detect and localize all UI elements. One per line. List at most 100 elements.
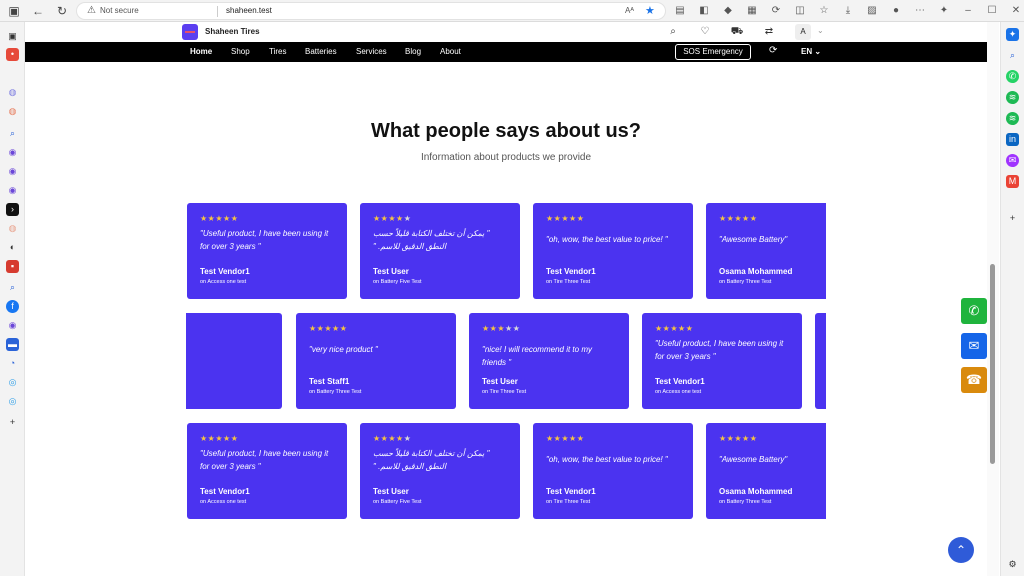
whatsapp-button[interactable]: ✆ bbox=[961, 298, 987, 324]
gmail-icon[interactable]: M bbox=[1006, 175, 1019, 188]
testimonial-card[interactable]: ★★★★★ "Useful product, I have been using … bbox=[187, 423, 347, 519]
testimonial-card[interactable]: ★★★★★" يمكن أن تختلف الكتابة قليلاً حسب … bbox=[815, 313, 826, 409]
tab-icon[interactable]: ◉ bbox=[6, 165, 19, 178]
rating-stars bbox=[186, 324, 269, 334]
phone-button[interactable]: ☎ bbox=[961, 367, 987, 393]
nav-services[interactable]: Services bbox=[356, 47, 387, 56]
tab-icon[interactable]: • bbox=[6, 48, 19, 61]
nav-tires[interactable]: Tires bbox=[269, 47, 286, 56]
sos-emergency-button[interactable]: SOS Emergency bbox=[675, 44, 751, 60]
spotify-icon[interactable]: ≋ bbox=[1006, 112, 1019, 125]
testimonials-carousel[interactable]: ★★★★★ "Useful product, I have been using … bbox=[186, 203, 826, 523]
testimonial-card[interactable]: ★★★★★" يمكن أن تختلف الكتابة قليلاً حسب … bbox=[360, 203, 520, 299]
testimonial-card[interactable]: ★★★★★ "Awesome Battery" Osama Mohammed on B… bbox=[706, 423, 826, 519]
close-icon[interactable]: ✕ bbox=[1008, 3, 1024, 19]
profile-avatar[interactable]: ● bbox=[888, 3, 904, 19]
screenshot-icon[interactable]: ▨ bbox=[864, 3, 880, 19]
tab-icon[interactable]: ◍ bbox=[6, 86, 19, 99]
messenger-icon[interactable]: ✉ bbox=[1006, 154, 1019, 167]
tab-icon[interactable]: ◉ bbox=[6, 146, 19, 159]
testimonial-quote: "Useful product, I have been using it fo… bbox=[655, 339, 784, 361]
tab-icon[interactable]: ◔ bbox=[6, 357, 19, 370]
tab-icon[interactable]: ◉ bbox=[6, 184, 19, 197]
copilot-icon[interactable]: ✦ bbox=[1006, 28, 1019, 41]
tab-icon[interactable]: › bbox=[6, 203, 19, 216]
search-icon[interactable]: ⌕ bbox=[6, 281, 19, 294]
refresh-icon[interactable]: ⟳ bbox=[769, 45, 777, 56]
nav-batteries[interactable]: Batteries bbox=[305, 47, 337, 56]
testimonial-card[interactable]: ★★★★★ "Useful product, I have been using … bbox=[642, 313, 802, 409]
reload-icon[interactable]: ↻ bbox=[54, 3, 70, 19]
tab-actions-icon[interactable]: ▣ bbox=[6, 3, 22, 19]
nav-home[interactable]: Home bbox=[190, 47, 212, 56]
star-icon: ★ bbox=[742, 434, 750, 443]
page-scrollbar[interactable] bbox=[987, 22, 999, 576]
cart-icon[interactable]: ⛟ bbox=[729, 25, 745, 39]
star-icon: ★ bbox=[388, 434, 397, 443]
chevron-down-icon[interactable]: ⌄ bbox=[817, 26, 824, 35]
github-icon[interactable]: ◐ bbox=[6, 241, 19, 254]
reviewer-name: Test User bbox=[373, 267, 409, 276]
back-icon[interactable]: ← bbox=[30, 3, 46, 19]
tab-icon[interactable]: ◎ bbox=[6, 395, 19, 408]
tab-icon[interactable]: ▣ bbox=[6, 30, 19, 43]
reviewer-name: Test Vendor1 bbox=[546, 267, 596, 276]
security-label[interactable]: Not secure bbox=[100, 6, 139, 15]
reviewer-name: Test Staff1 bbox=[309, 377, 350, 386]
compare-icon[interactable]: ⇄ bbox=[761, 25, 777, 39]
testimonial-card[interactable]: ★★★★★ "Awesome Battery" Osama Mohammed on B… bbox=[706, 203, 826, 299]
spotify-icon[interactable]: ≋ bbox=[1006, 91, 1019, 104]
nav-about[interactable]: About bbox=[440, 47, 461, 56]
split-screen-icon[interactable]: ◫ bbox=[792, 3, 808, 19]
heart-icon[interactable]: ♡ bbox=[697, 25, 713, 39]
address-bar[interactable]: ⚠ Not secure shaheen.test Aᴬ ★ bbox=[76, 2, 666, 20]
nav-shop[interactable]: Shop bbox=[231, 47, 250, 56]
testimonial-card[interactable]: ★★★★★ "Useful product, I have been using … bbox=[187, 203, 347, 299]
testimonial-card[interactable]: ★★★★★ "very nice product " Test Staff1 on B… bbox=[296, 313, 456, 409]
search-icon[interactable]: ⌕ bbox=[1006, 49, 1019, 62]
language-selector[interactable]: EN ⌄ bbox=[801, 47, 821, 56]
extension-icon[interactable]: ◆ bbox=[720, 3, 736, 19]
favorites-icon[interactable]: ☆ bbox=[816, 3, 832, 19]
search-icon[interactable]: ⌕ bbox=[6, 127, 19, 140]
testimonial-card[interactable]: ★★★★★" يمكن أن تختلف الكتابة قليلاً حسب … bbox=[360, 423, 520, 519]
copilot-icon[interactable]: ✦ bbox=[936, 3, 952, 19]
new-tab-icon[interactable]: + bbox=[6, 416, 19, 429]
testimonial-card[interactable]: ★★★★★ "nice! I will recommend it to my fr… bbox=[469, 313, 629, 409]
warning-icon[interactable]: ⚠ bbox=[87, 5, 96, 16]
extension-icon[interactable]: ▦ bbox=[744, 3, 760, 19]
sync-icon[interactable]: ⟳ bbox=[768, 3, 784, 19]
ellipsis-icon[interactable]: ⋯ bbox=[912, 3, 928, 19]
linkedin-icon[interactable]: in bbox=[1006, 133, 1019, 146]
tab-icon[interactable]: ◎ bbox=[6, 376, 19, 389]
testimonial-card[interactable] bbox=[186, 313, 282, 409]
download-icon[interactable]: ⤓ bbox=[840, 3, 856, 19]
email-button[interactable]: ✉ bbox=[961, 333, 987, 359]
testimonial-card[interactable]: ★★★★★ "oh, wow, the best value to price! … bbox=[533, 203, 693, 299]
star-icon: ★ bbox=[749, 434, 758, 443]
testimonial-card[interactable]: ★★★★★ "oh, wow, the best value to price! … bbox=[533, 423, 693, 519]
extension-icon[interactable]: ▤ bbox=[672, 3, 688, 19]
tab-icon[interactable]: ◍ bbox=[6, 222, 19, 235]
user-avatar[interactable]: A bbox=[795, 24, 811, 40]
tab-icon[interactable]: ◍ bbox=[6, 105, 19, 118]
tab-icon[interactable]: ▪ bbox=[6, 260, 19, 273]
favorite-star-icon[interactable]: ★ bbox=[645, 4, 655, 17]
read-aloud-icon[interactable]: Aᴬ bbox=[625, 6, 634, 15]
url-text[interactable]: shaheen.test bbox=[226, 6, 272, 15]
nav-blog[interactable]: Blog bbox=[405, 47, 421, 56]
facebook-icon[interactable]: f bbox=[6, 300, 19, 313]
settings-icon[interactable]: ⚙ bbox=[1006, 558, 1019, 571]
maximize-icon[interactable]: ☐ bbox=[984, 3, 1000, 19]
tab-icon[interactable]: ▬ bbox=[6, 338, 19, 351]
tab-icon[interactable]: ◉ bbox=[6, 319, 19, 332]
scrollbar-thumb[interactable] bbox=[990, 264, 995, 464]
add-icon[interactable]: + bbox=[1006, 212, 1019, 225]
minimize-icon[interactable]: – bbox=[960, 3, 976, 19]
site-logo[interactable] bbox=[182, 24, 198, 40]
back-to-top-button[interactable]: ⌃ bbox=[948, 537, 974, 563]
whatsapp-icon[interactable]: ✆ bbox=[1006, 70, 1019, 83]
search-icon[interactable]: ⌕ bbox=[665, 25, 681, 39]
brand-name[interactable]: Shaheen Tires bbox=[205, 27, 260, 36]
extension-icon[interactable]: ◧ bbox=[696, 3, 712, 19]
